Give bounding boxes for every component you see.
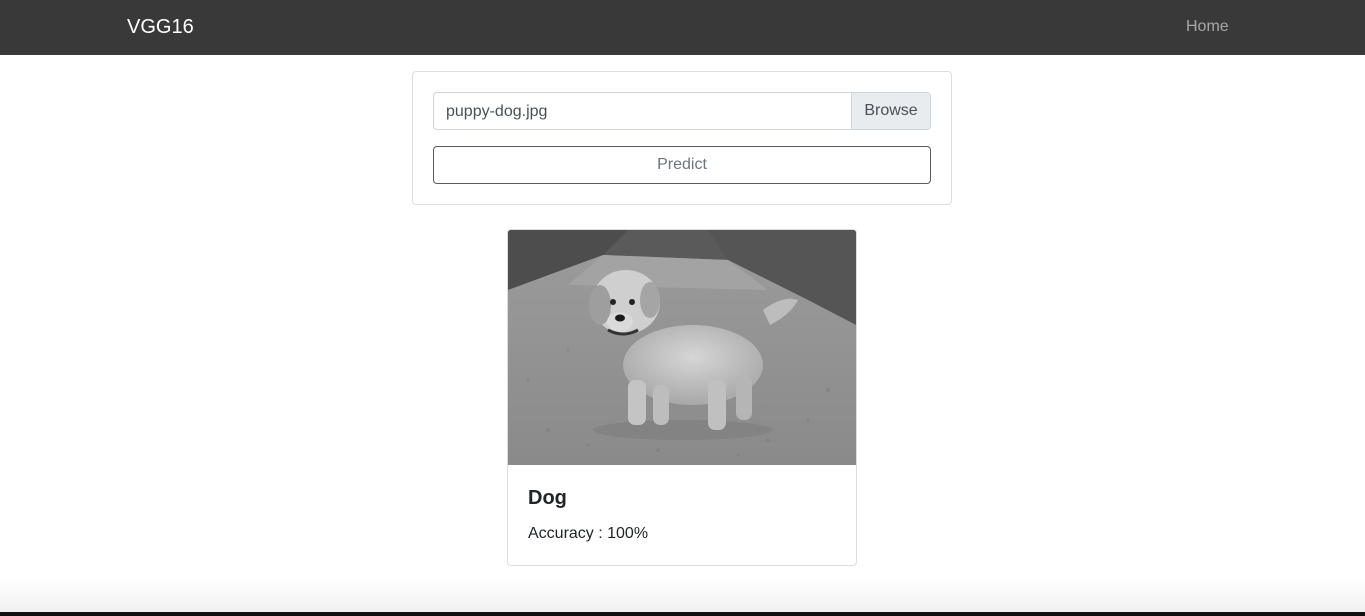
predict-button[interactable]: Predict <box>433 146 931 184</box>
window-bottom-shadow <box>0 578 1365 612</box>
browse-button[interactable]: Browse <box>851 93 930 129</box>
prediction-accuracy: Accuracy : 100% <box>528 525 649 542</box>
navbar-brand[interactable]: VGG16 <box>127 14 194 40</box>
file-input[interactable]: puppy-dog.jpg Browse <box>433 92 931 130</box>
prediction-result-card: Dog Accuracy : 100% <box>507 229 857 566</box>
nav-link-home[interactable]: Home <box>1186 17 1229 37</box>
window-bottom-edge <box>0 612 1365 616</box>
upload-form-card: puppy-dog.jpg Browse Predict <box>412 71 952 205</box>
prediction-label: Dog <box>528 487 567 509</box>
uploaded-image <box>508 230 856 465</box>
top-navbar: VGG16 Home <box>0 0 1365 55</box>
selected-file-name: puppy-dog.jpg <box>446 103 548 120</box>
